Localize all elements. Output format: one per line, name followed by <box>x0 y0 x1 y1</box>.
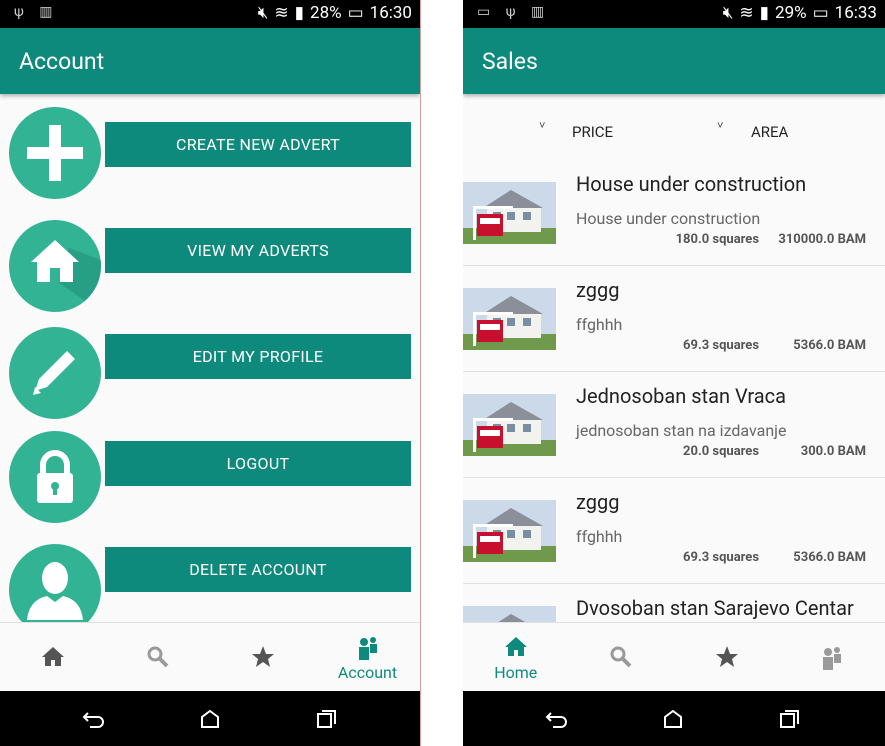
clock: 16:33 <box>834 3 877 23</box>
home-button-icon[interactable] <box>663 709 683 729</box>
battery-percent: 28% <box>310 3 342 23</box>
listing-description: House under construction <box>576 209 761 228</box>
nav-account[interactable]: Account <box>315 623 420 692</box>
delete-account-button[interactable]: DELETE ACCOUNT <box>105 547 411 592</box>
listing-description: jednosoban stan na izdavanje <box>576 421 787 440</box>
nav-account-label: Account <box>337 663 398 682</box>
nav-favorites[interactable] <box>674 623 780 692</box>
recents-icon[interactable] <box>779 709 801 729</box>
chevron-down-icon: ˅ <box>717 119 724 132</box>
clock: 16:30 <box>369 3 412 23</box>
star-icon <box>715 646 738 667</box>
create-new-advert-button[interactable]: CREATE NEW ADVERT <box>105 122 411 167</box>
listing-item[interactable]: House under construction House under cons… <box>463 160 885 266</box>
view-adverts-row[interactable]: VIEW MY ADVERTS <box>0 212 420 322</box>
battery-percent: 29% <box>775 3 807 23</box>
notification-icons: ψ ▥ <box>14 4 59 20</box>
sales-screen: ▭ ψ ▥ 🔇︎ ≋ ▮ 29% ▭ 16:33 Sales ˅ PRICE ˅… <box>463 0 885 746</box>
listing-title: zggg <box>576 490 620 514</box>
edit-profile-row[interactable]: EDIT MY PROFILE <box>0 319 420 429</box>
listing-price: 5366.0 BAM <box>793 550 866 565</box>
back-icon[interactable] <box>545 709 569 729</box>
signal-icon: ▮ <box>759 3 770 23</box>
account-icon <box>823 647 842 670</box>
battery-icon: ▭ <box>812 3 829 23</box>
search-icon <box>147 646 168 668</box>
battery-icon: ▭ <box>347 3 364 23</box>
listing-title: House under construction <box>576 172 807 196</box>
area-sort-label: AREA <box>751 123 789 141</box>
logout-row[interactable]: LOGOUT <box>0 425 420 535</box>
listing-description: ffghhh <box>576 315 623 334</box>
listing-title: zggg <box>576 278 620 302</box>
price-sort-label: PRICE <box>572 123 614 141</box>
page-title: Account <box>0 28 420 94</box>
listing-title: Dvosoban stan Sarajevo Centar <box>576 596 854 620</box>
nav-home[interactable] <box>0 623 105 692</box>
notification-icons: ▭ ψ ▥ <box>477 4 551 20</box>
system-navigation-bar <box>463 691 885 746</box>
bottom-navigation: Home <box>463 622 885 691</box>
house-thumbnail <box>463 288 556 350</box>
nav-favorites[interactable] <box>210 623 315 692</box>
lock-icon <box>9 431 101 523</box>
house-thumbnail <box>463 182 556 244</box>
listing-area: 69.3 squares <box>683 550 759 565</box>
listing-area: 180.0 squares <box>675 232 759 247</box>
house-thumbnail <box>463 394 556 456</box>
recents-icon[interactable] <box>316 709 338 729</box>
account-screen: ψ ▥ 🔇︎ ≋ ▮ 28% ▭ 16:30 Account CREATE NE… <box>0 0 421 746</box>
listing-title: Jednosoban stan Vraca <box>576 384 787 408</box>
filter-bar: ˅ PRICE ˅ AREA <box>463 94 885 164</box>
nav-account[interactable] <box>780 623 885 692</box>
wifi-icon: ≋ <box>274 3 289 23</box>
account-icon <box>358 637 377 660</box>
home-icon <box>504 637 527 656</box>
listing-price: 310000.0 BAM <box>778 232 866 247</box>
bottom-navigation: Account <box>0 622 420 691</box>
nav-home[interactable]: Home <box>463 623 569 692</box>
signal-icon: ▮ <box>294 3 305 23</box>
listing-description: ffghhh <box>576 527 623 546</box>
status-bar: ▭ ψ ▥ 🔇︎ ≋ ▮ 29% ▭ 16:33 <box>463 0 885 28</box>
edit-my-profile-button[interactable]: EDIT MY PROFILE <box>105 334 411 379</box>
create-advert-row[interactable]: CREATE NEW ADVERT <box>0 100 420 210</box>
home-icon <box>41 647 64 666</box>
mute-icon: 🔇︎ <box>257 3 269 23</box>
page-title: Sales <box>463 28 885 94</box>
nav-search[interactable] <box>569 623 675 692</box>
listing-area: 69.3 squares <box>683 338 759 353</box>
wifi-icon: ≋ <box>739 3 754 23</box>
listing-item[interactable]: Jednosoban stan Vraca jednosoban stan na … <box>463 372 885 478</box>
listing-item[interactable]: zggg ffghhh 69.3 squares 5366.0 BAM <box>463 478 885 584</box>
status-bar: ψ ▥ 🔇︎ ≋ ▮ 28% ▭ 16:30 <box>0 0 420 28</box>
listing-price: 300.0 BAM <box>800 444 866 459</box>
nav-search[interactable] <box>105 623 210 692</box>
logout-button[interactable]: LOGOUT <box>105 441 411 486</box>
nav-home-label: Home <box>494 663 538 682</box>
listing-price: 5366.0 BAM <box>793 338 866 353</box>
listing-item[interactable]: zggg ffghhh 69.3 squares 5366.0 BAM <box>463 266 885 372</box>
star-icon <box>251 646 274 667</box>
system-navigation-bar <box>0 691 420 746</box>
house-thumbnail <box>463 500 556 562</box>
plus-icon <box>9 107 101 199</box>
home-icon <box>9 220 101 312</box>
listing-area: 20.0 squares <box>683 444 759 459</box>
search-icon <box>610 646 632 668</box>
home-button-icon[interactable] <box>200 709 220 729</box>
mute-icon: 🔇︎ <box>722 3 734 23</box>
view-my-adverts-button[interactable]: VIEW MY ADVERTS <box>105 228 411 273</box>
back-icon[interactable] <box>82 709 106 729</box>
pencil-icon <box>9 327 101 419</box>
chevron-down-icon: ˅ <box>539 119 546 132</box>
